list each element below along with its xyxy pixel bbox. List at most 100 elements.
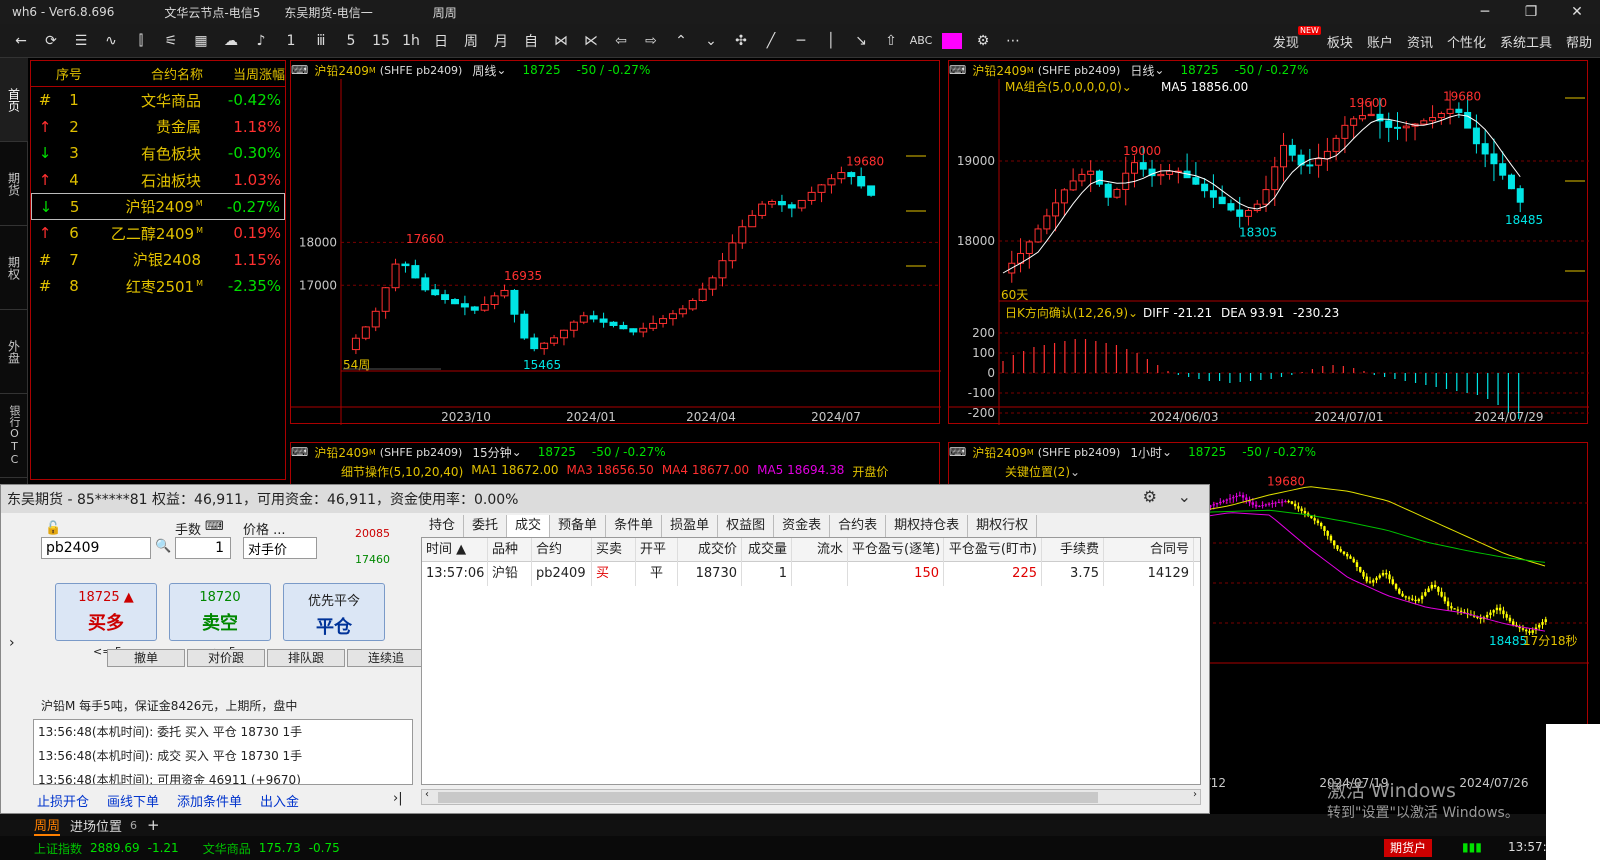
rank-row[interactable]: ↑ 6 乙二醇2409 M 0.19% bbox=[31, 220, 285, 247]
continuous-chase-button[interactable]: 连续追 bbox=[347, 649, 425, 667]
candle-icon[interactable]: ⫿ bbox=[126, 26, 156, 56]
bell-icon[interactable]: ♪ bbox=[246, 26, 276, 56]
price-mode-input[interactable]: 对手价 bbox=[243, 537, 317, 559]
crosshair-icon[interactable]: ✣ bbox=[726, 26, 756, 56]
column-header[interactable]: 时间 ▲ bbox=[422, 537, 488, 562]
up-arrow-icon[interactable]: ⇧ bbox=[876, 26, 906, 56]
qty-input[interactable]: 1 bbox=[175, 537, 231, 559]
down-icon[interactable]: ⌄ bbox=[696, 26, 726, 56]
trade-tab[interactable]: 条件单 bbox=[606, 515, 663, 537]
column-header[interactable]: 平仓盈亏(盯市) bbox=[944, 537, 1042, 562]
keyboard-icon[interactable]: ⌨ bbox=[205, 519, 224, 534]
draw-line-icon[interactable]: ╱ bbox=[756, 26, 786, 56]
split-icon[interactable]: ⚟ bbox=[156, 26, 186, 56]
maximize-button[interactable]: ❐ bbox=[1508, 0, 1554, 24]
refresh-icon[interactable]: ⟳ bbox=[36, 26, 66, 56]
table-row[interactable]: 13:57:06 沪铅 pb2409 买平 18730 1 150 225 3.75 14129 bbox=[422, 562, 1200, 586]
menu-news[interactable]: 资讯 bbox=[1407, 32, 1433, 51]
weekly-candlestick-chart[interactable]: 18000 17000 19680 17660 16935 15465 54周 2023/10… bbox=[291, 61, 941, 425]
sell-short-button[interactable]: 18720 卖空 bbox=[169, 583, 271, 641]
tab-weekly[interactable]: 周周 bbox=[34, 815, 61, 836]
wh-index-name[interactable]: 文华商品 bbox=[203, 840, 251, 857]
period-custom[interactable]: 自 bbox=[516, 26, 546, 56]
expand-arrow-icon[interactable]: › bbox=[9, 635, 15, 651]
period-selector[interactable]: 15分钟 bbox=[472, 444, 511, 461]
menu-personalize[interactable]: 个性化 bbox=[1447, 32, 1486, 51]
collapse-chevron-icon[interactable]: ⌄ bbox=[1178, 487, 1191, 506]
move-right-icon[interactable]: ⇨ bbox=[636, 26, 666, 56]
period-3min-icon[interactable]: ⅲ bbox=[306, 26, 336, 56]
stop-loss-open-link[interactable]: 止损开仓 bbox=[37, 791, 89, 810]
menu-sector[interactable]: 板块 bbox=[1327, 32, 1353, 51]
sidebar-tab-futures[interactable]: 期货 bbox=[0, 142, 28, 226]
trade-tab[interactable]: 损盈单 bbox=[662, 515, 719, 537]
column-header[interactable]: 品种 bbox=[488, 537, 532, 562]
trade-tab[interactable]: 持仓 bbox=[421, 515, 465, 537]
chevron-down-icon[interactable]: ⌄ bbox=[512, 445, 522, 459]
indicator-name[interactable]: 细节操作(5,10,20,40) bbox=[341, 463, 463, 480]
trade-tab[interactable]: 资金表 bbox=[774, 515, 831, 537]
m15-chart-panel[interactable]: ⌨ 沪铅2409 M (SHFE pb2409) 15分钟 ⌄ 18725 -50 … bbox=[290, 442, 940, 488]
menu-account[interactable]: 账户 bbox=[1367, 32, 1393, 51]
trade-tab[interactable]: 期权持仓表 bbox=[886, 515, 969, 537]
daily-candlestick-chart[interactable]: 19000 18000 MA组合(5,0,0,0,0,0)⌄ MA5 18856.00… bbox=[949, 61, 1589, 425]
minimize-button[interactable]: ─ bbox=[1462, 0, 1508, 24]
trade-tab[interactable]: 委托 bbox=[464, 515, 508, 537]
scrollbar-thumb[interactable] bbox=[438, 792, 1098, 803]
sidebar-tab-bank-otc[interactable]: 银行OTC bbox=[0, 394, 28, 478]
up-icon[interactable]: ⌃ bbox=[666, 26, 696, 56]
list-icon[interactable]: ☰ bbox=[66, 26, 96, 56]
gear-icon[interactable]: ⚙ bbox=[1143, 487, 1157, 506]
follow-opponent-button[interactable]: 对价跟 bbox=[187, 649, 265, 667]
trade-tab[interactable]: 成交 bbox=[507, 515, 551, 537]
rank-row[interactable]: # 7 沪银2408 1.15% bbox=[31, 247, 285, 274]
rank-row[interactable]: ↓ 5 沪铅2409 M -0.27% bbox=[31, 193, 285, 220]
sidebar-tab-foreign[interactable]: 外盘 bbox=[0, 310, 28, 394]
period-1min[interactable]: 1 bbox=[276, 26, 306, 56]
horizontal-scrollbar[interactable]: ‹ › bbox=[421, 789, 1201, 805]
zoom-in-icon[interactable]: ⋈ bbox=[546, 26, 576, 56]
close-position-button[interactable]: 优先平今 平仓 bbox=[283, 583, 385, 641]
zoom-out-icon[interactable]: ⋉ bbox=[576, 26, 606, 56]
draw-line-order-link[interactable]: 画线下单 bbox=[107, 791, 159, 810]
rank-row[interactable]: # 8 红枣2501 M -2.35% bbox=[31, 273, 285, 300]
menu-discover[interactable]: 发现 NEW bbox=[1273, 25, 1321, 51]
server-node[interactable]: 文华云节点-电信5 bbox=[164, 4, 260, 21]
contract-input[interactable]: pb2409 bbox=[41, 537, 151, 559]
trade-tab[interactable]: 合约表 bbox=[830, 515, 887, 537]
col-name[interactable]: 合约名称 bbox=[89, 64, 207, 83]
dropdown-icon[interactable]: ⌨ bbox=[291, 445, 308, 459]
hline-icon[interactable]: ─ bbox=[786, 26, 816, 56]
gear-icon[interactable]: ⚙ bbox=[968, 26, 998, 56]
rank-row[interactable]: ↑ 2 贵金属 1.18% bbox=[31, 114, 285, 141]
period-month[interactable]: 月 bbox=[486, 26, 516, 56]
cloud-icon[interactable]: ☁ bbox=[216, 26, 246, 56]
search-icon[interactable]: 🔍 bbox=[155, 539, 171, 554]
color-picker-icon[interactable] bbox=[942, 32, 962, 49]
index-name[interactable]: 上证指数 bbox=[34, 840, 82, 857]
column-header[interactable]: 平仓盈亏(逐笔) bbox=[848, 537, 944, 562]
more-icon[interactable]: ⋯ bbox=[998, 26, 1028, 56]
back-icon[interactable]: ← bbox=[6, 26, 36, 56]
column-header[interactable]: 合约 bbox=[532, 537, 592, 562]
sidebar-tab-options[interactable]: 期权 bbox=[0, 226, 28, 310]
period-week[interactable]: 周 bbox=[456, 26, 486, 56]
scroll-right-icon[interactable]: ›| bbox=[393, 791, 403, 806]
table-icon[interactable]: ▦ bbox=[186, 26, 216, 56]
col-weekly-change[interactable]: 当周涨幅 bbox=[207, 64, 285, 83]
rank-row[interactable]: # 1 文华商品 -0.42% bbox=[31, 87, 285, 114]
period-15min[interactable]: 15 bbox=[366, 26, 396, 56]
column-header[interactable]: 手续费 bbox=[1042, 537, 1104, 562]
trade-tab[interactable]: 期权行权 bbox=[968, 515, 1038, 537]
queue-follow-button[interactable]: 排队跟 bbox=[267, 649, 345, 667]
period-day[interactable]: 日 bbox=[426, 26, 456, 56]
period-5min[interactable]: 5 bbox=[336, 26, 366, 56]
daily-chart-panel[interactable]: ⌨ 沪铅2409 M (SHFE pb2409) 日线 ⌄ 18725 -50 / … bbox=[948, 60, 1589, 425]
trade-tab[interactable]: 预备单 bbox=[550, 515, 607, 537]
account-type-badge[interactable]: 期货户 bbox=[1384, 839, 1433, 857]
sidebar-tab-home[interactable]: 首页 bbox=[0, 58, 28, 142]
add-tab-button[interactable]: + bbox=[147, 816, 160, 834]
arrow-icon[interactable]: ↘ bbox=[846, 26, 876, 56]
column-header[interactable]: 流水 bbox=[792, 537, 848, 562]
trade-tab[interactable]: 权益图 bbox=[718, 515, 775, 537]
